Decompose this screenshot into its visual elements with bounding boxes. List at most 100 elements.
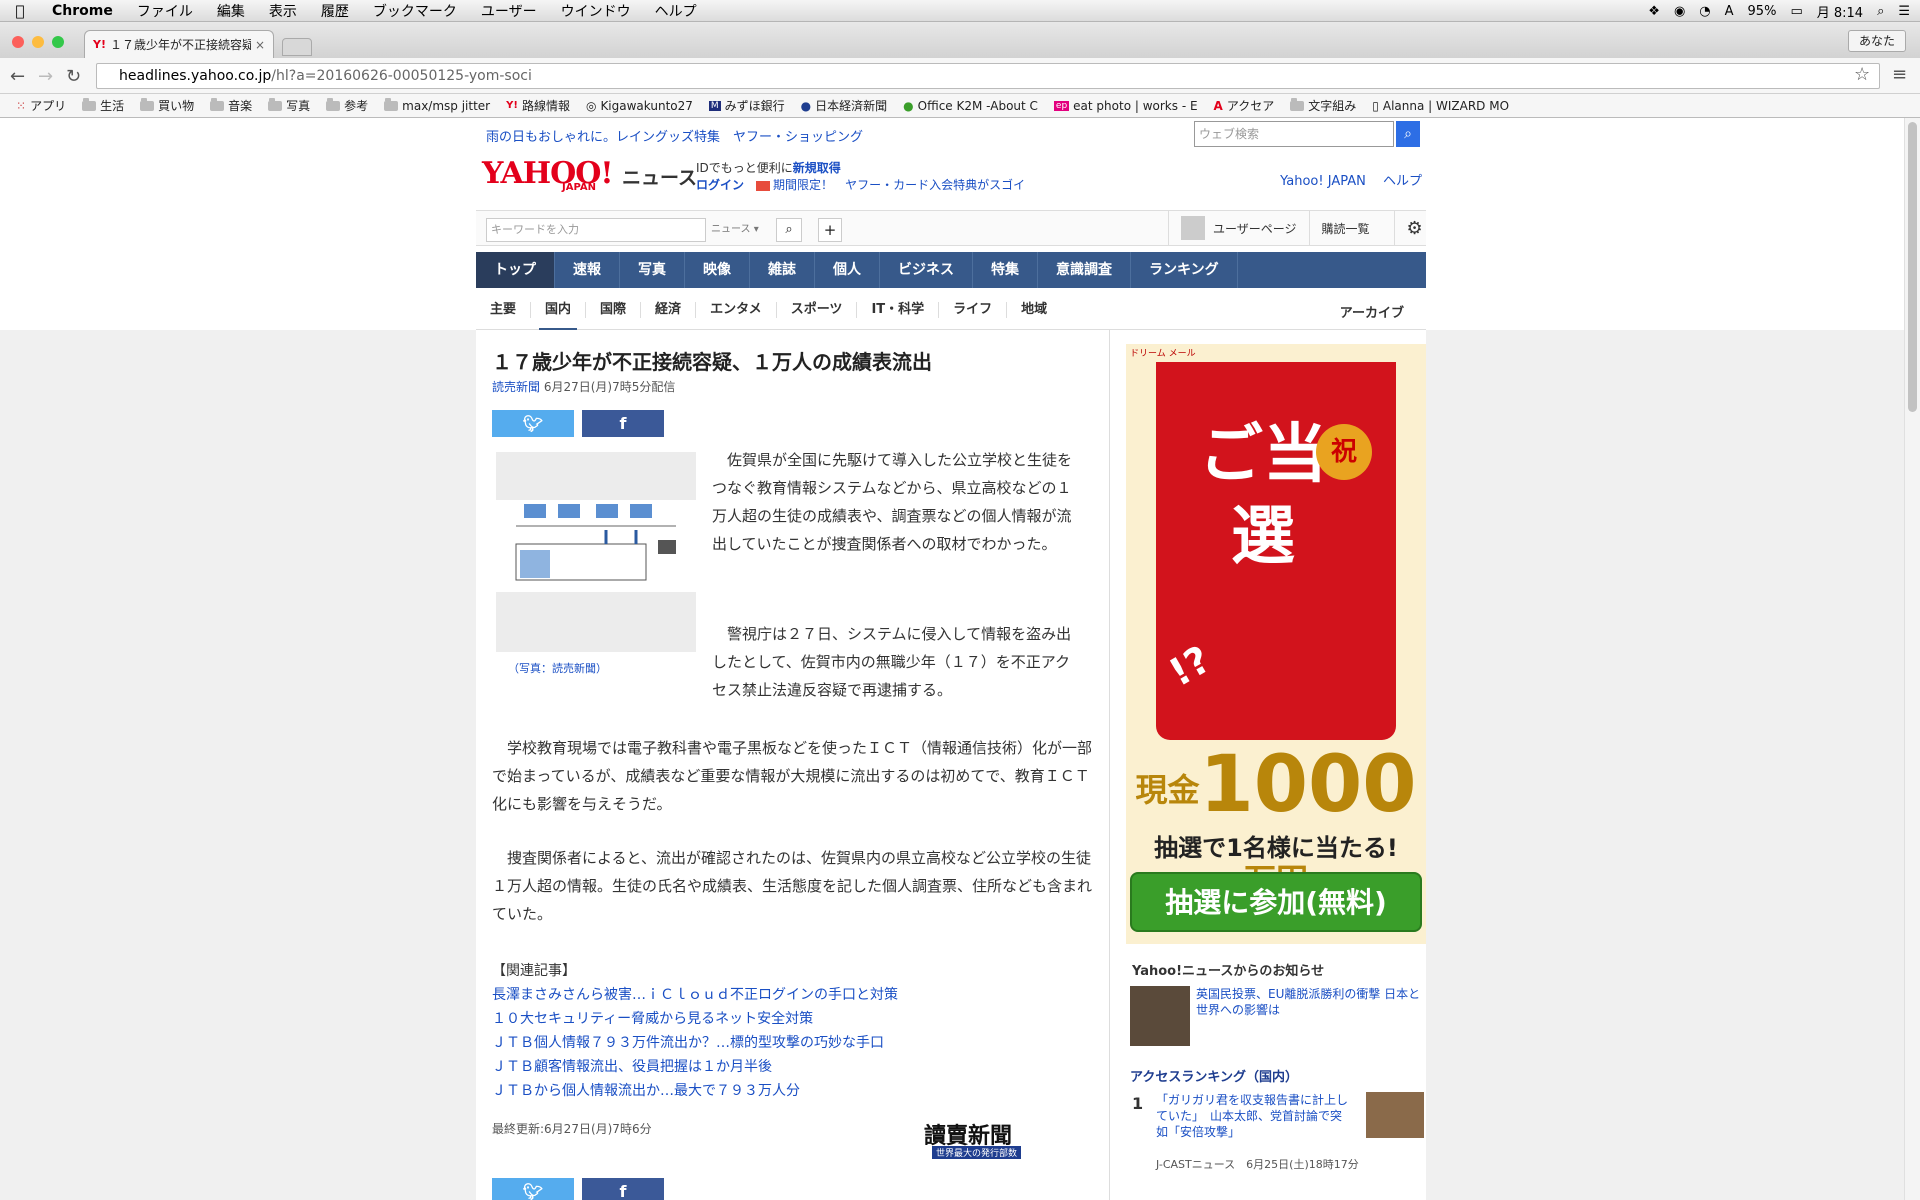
article-photo[interactable] [496, 452, 696, 652]
menu-view[interactable]: 表示 [257, 1, 309, 21]
related-article-link[interactable]: １０大セキュリティー脅威から見るネット安全対策 [492, 1008, 813, 1028]
signup-link[interactable]: 新規取得 [793, 161, 841, 175]
advertisement-banner[interactable]: ドリーム メール ご当選 祝 !? 現金1000万円 抽選で1名様に当たる! 抽… [1126, 344, 1426, 944]
ranking-thumbnail[interactable] [1366, 1092, 1424, 1138]
related-article-link[interactable]: ＪＴＢから個人情報流出か…最大で７９３万人分 [492, 1080, 800, 1100]
menu-bookmarks[interactable]: ブックマーク [361, 1, 469, 21]
subnav-sports[interactable]: スポーツ [777, 301, 858, 318]
back-arrow-icon[interactable]: ← [10, 66, 25, 87]
add-button[interactable]: + [818, 218, 842, 242]
bookmark-folder[interactable]: max/msp jitter [376, 97, 498, 113]
related-article-link[interactable]: ＪＴＢ顧客情報流出、役員把握は１か月半後 [492, 1056, 772, 1076]
bookmark-link[interactable]: M みずほ銀行 [701, 97, 793, 114]
wifi-icon[interactable]: ◔ [1699, 4, 1710, 19]
tab-close-icon[interactable]: × [255, 38, 265, 52]
bookmark-folder[interactable]: 生活 [74, 97, 132, 114]
zoom-window-icon[interactable] [52, 36, 64, 48]
bookmark-link[interactable]: ep eat photo | works - E [1046, 99, 1206, 113]
menu-file[interactable]: ファイル [125, 1, 205, 21]
profile-button[interactable]: あなた [1847, 30, 1906, 52]
nav-business[interactable]: ビジネス [880, 252, 973, 288]
limited-offer-link[interactable]: 期間限定！ [773, 178, 833, 192]
nav-survey[interactable]: 意識調査 [1038, 252, 1131, 288]
web-search-input[interactable]: ウェブ検索 [1194, 121, 1394, 147]
login-link[interactable]: ログイン [696, 178, 744, 192]
help-link[interactable]: ヘルプ [1383, 174, 1422, 189]
menu-help[interactable]: ヘルプ [643, 1, 709, 21]
twitter-share-button[interactable]: 🐦︎ [492, 1178, 574, 1200]
bookmark-apps[interactable]: ⁙ アプリ [8, 97, 74, 114]
spotlight-icon[interactable]: ⌕ [1877, 4, 1884, 19]
archive-link[interactable]: アーカイブ [1340, 302, 1404, 321]
bookmark-star-icon[interactable]: ☆ [1854, 64, 1870, 85]
menu-edit[interactable]: 編集 [205, 1, 257, 21]
tab-active[interactable]: Y! １７歳少年が不正接続容疑... × [84, 30, 274, 58]
nav-individual[interactable]: 個人 [815, 252, 880, 288]
nav-photo[interactable]: 写真 [620, 252, 685, 288]
keyword-search-input[interactable]: キーワードを入力 [486, 218, 706, 242]
nav-magazine[interactable]: 雑誌 [750, 252, 815, 288]
bookmark-folder[interactable]: 買い物 [132, 97, 202, 114]
menu-user[interactable]: ユーザー [469, 1, 549, 21]
dropbox-icon[interactable]: ❖ [1648, 4, 1660, 19]
nav-video[interactable]: 映像 [685, 252, 750, 288]
scrollbar-thumb[interactable] [1908, 122, 1917, 412]
ranking-title[interactable]: アクセスランキング（国内） [1130, 1066, 1298, 1085]
reload-icon[interactable]: ↻ [66, 66, 81, 87]
bookmark-folder[interactable]: 音楽 [202, 97, 260, 114]
bookmark-link[interactable]: ◎ Kigawakunto27 [578, 99, 701, 113]
subnav-world[interactable]: 国際 [586, 301, 642, 318]
page-scrollbar[interactable] [1904, 118, 1920, 1200]
bookmark-link[interactable]: A アクセア [1206, 97, 1283, 114]
sync-icon[interactable]: ◉ [1674, 4, 1685, 19]
article-source-link[interactable]: 読売新聞 [492, 380, 540, 394]
apple-icon[interactable]:  [0, 2, 40, 20]
bookmark-folder[interactable]: 参考 [318, 97, 376, 114]
ranking-article-link[interactable]: 「ガリガリ君を収支報告書に計上していた」 山本太郎、党首討論で突如「安倍攻撃」 [1156, 1092, 1352, 1140]
subnav-it-science[interactable]: IT・科学 [857, 301, 940, 318]
subscriptions-link[interactable]: 購読一覧 [1322, 220, 1370, 237]
user-page-link[interactable]: ユーザーページ [1213, 220, 1297, 237]
bookmark-link[interactable]: Y! 路線情報 [498, 97, 578, 114]
menu-app-name[interactable]: Chrome [40, 3, 125, 19]
battery-percent[interactable]: 95% [1748, 4, 1777, 19]
menu-window[interactable]: ウインドウ [549, 1, 643, 21]
subnav-entertainment[interactable]: エンタメ [696, 301, 777, 318]
address-bar[interactable]: headlines.yahoo.co.jp/hl?a=20160626-0005… [96, 63, 1880, 89]
news-logo[interactable]: ニュース [622, 163, 697, 190]
minimize-window-icon[interactable] [32, 36, 44, 48]
close-window-icon[interactable] [12, 36, 24, 48]
subnav-life[interactable]: ライフ [939, 301, 1008, 318]
chrome-menu-icon[interactable]: ≡ [1892, 64, 1907, 85]
subnav-local[interactable]: 地域 [1007, 302, 1061, 318]
clock[interactable]: 月 8:14 [1817, 2, 1863, 21]
subnav-domestic[interactable]: 国内 [531, 301, 587, 331]
nav-breaking[interactable]: 速報 [555, 252, 620, 288]
facebook-share-button[interactable]: f [582, 410, 664, 437]
related-article-link[interactable]: ＪＴＢ個人情報７９３万件流出か？…標的型攻撃の巧妙な手口 [492, 1032, 884, 1052]
notice-thumbnail[interactable] [1130, 986, 1190, 1046]
input-method-icon[interactable]: A [1725, 4, 1734, 19]
gear-icon[interactable]: ⚙ [1407, 218, 1423, 239]
new-tab-button[interactable] [282, 38, 312, 56]
twitter-share-button[interactable]: 🐦︎ [492, 410, 574, 437]
subnav-main[interactable]: 主要 [476, 301, 532, 318]
notification-center-icon[interactable]: ☰ [1898, 4, 1910, 19]
bookmark-link[interactable]: ● 日本経済新聞 [793, 97, 896, 114]
related-article-link[interactable]: 長澤まさみさんら被害…ｉＣｌｏｕｄ不正ログインの手口と対策 [492, 984, 898, 1004]
card-promo-link[interactable]: ヤフー・カード入会特典がスゴイ [845, 178, 1025, 192]
bookmark-link[interactable]: ● Office K2M -About C [895, 99, 1046, 113]
search-category-select[interactable]: ニュース ▾ [711, 218, 773, 242]
shopping-promo-link[interactable]: 雨の日もおしゃれに。レイングッズ特集 ヤフー・ショッピング [486, 126, 863, 145]
bookmark-folder[interactable]: 文字組み [1282, 97, 1364, 114]
ad-cta-button[interactable]: 抽選に参加(無料) [1130, 872, 1422, 932]
forward-arrow-icon[interactable]: → [38, 66, 53, 87]
avatar[interactable] [1181, 216, 1205, 240]
keyword-search-button[interactable]: ⌕ [776, 218, 802, 242]
notice-link[interactable]: 英国民投票、EU離脱派勝利の衝撃 日本と世界への影響は [1196, 986, 1424, 1018]
battery-icon[interactable]: ▭ [1790, 4, 1802, 19]
web-search-button[interactable]: ⌕ [1396, 121, 1420, 147]
subnav-economy[interactable]: 経済 [641, 301, 697, 318]
menu-history[interactable]: 履歴 [309, 1, 361, 21]
nav-feature[interactable]: 特集 [973, 252, 1038, 288]
